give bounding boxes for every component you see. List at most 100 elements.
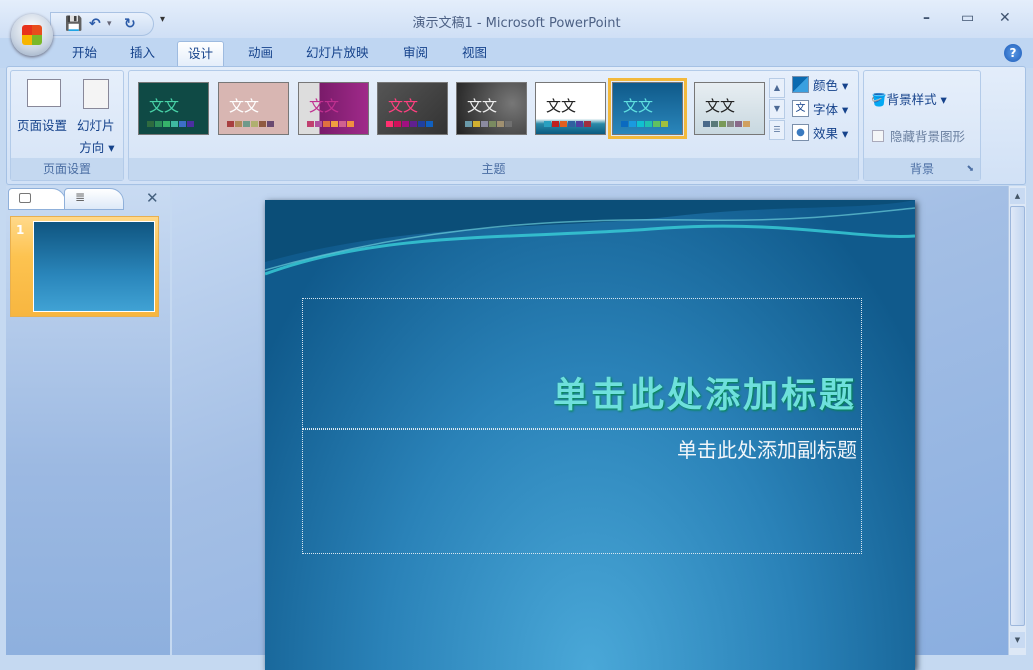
office-logo-icon (22, 25, 42, 45)
maximize-button[interactable]: ▭ (961, 10, 974, 26)
slide-orientation-button[interactable]: 幻灯片 方向 ▾ (77, 115, 115, 156)
theme-thumbnail[interactable]: 文文 (298, 82, 369, 135)
slide-canvas: 单击此处添加标题 单击此处添加副标题 (265, 200, 915, 670)
color-swatch (711, 121, 718, 127)
color-swatch (163, 121, 170, 127)
theme-fonts-button[interactable]: 文字体 ▾ (792, 99, 848, 118)
tab-review[interactable]: 审阅 (393, 41, 438, 67)
color-swatch (576, 121, 583, 127)
color-swatch (645, 121, 652, 127)
theme-sample-text: 文文 (229, 97, 260, 115)
theme-thumbnail[interactable]: 文文 (377, 82, 448, 135)
theme-thumbnail[interactable]: 文文 (694, 82, 765, 135)
close-panel-button[interactable]: ✕ (146, 189, 159, 207)
page-setup-icon (27, 79, 61, 107)
theme-sample-text: 文文 (388, 97, 419, 115)
theme-thumbnail[interactable]: 文文 (608, 78, 687, 139)
tab-insert[interactable]: 插入 (120, 41, 165, 67)
tab-animations[interactable]: 动画 (238, 41, 283, 67)
page-setup-button[interactable]: 页面设置 (17, 115, 67, 134)
slides-tab[interactable] (8, 188, 66, 210)
scroll-thumb[interactable] (1010, 206, 1025, 626)
color-swatch (267, 121, 274, 127)
theme-sample-text: 文文 (705, 97, 736, 115)
color-swatch (410, 121, 417, 127)
theme-color-swatches (147, 121, 194, 127)
gallery-scroll-down[interactable]: ▼ (769, 99, 785, 119)
color-swatch (426, 121, 433, 127)
color-swatch (418, 121, 425, 127)
undo-dropdown[interactable]: ▾ (107, 19, 112, 29)
theme-sample-text: 文文 (309, 97, 340, 115)
slide-title: 单击此处添加标题 (552, 376, 857, 416)
color-swatch (481, 121, 488, 127)
background-styles-button[interactable]: 🪣背景样式 ▾ (871, 89, 947, 108)
theme-thumbnail[interactable]: 文文 (218, 82, 289, 135)
color-swatch (179, 121, 186, 127)
colors-label: 颜色 ▾ (813, 78, 849, 93)
gallery-scroll-up[interactable]: ▲ (769, 78, 785, 98)
group-label: 主题 (129, 158, 858, 180)
tab-slideshow[interactable]: 幻灯片放映 (296, 41, 379, 67)
theme-thumbnail[interactable]: 文文 (138, 82, 209, 135)
checkbox[interactable] (872, 129, 884, 142)
theme-colors-button[interactable]: 颜色 ▾ (792, 75, 848, 94)
minimize-button[interactable]: – (923, 10, 930, 26)
hide-background-checkbox[interactable]: 隐藏背景图形 (872, 126, 965, 145)
vertical-scrollbar[interactable]: ▲ ▼ (1008, 186, 1026, 655)
color-swatch (187, 121, 194, 127)
tab-design[interactable]: 设计 (177, 41, 225, 67)
tab-home[interactable]: 开始 (62, 41, 107, 67)
gallery-more[interactable]: ☰ (769, 120, 785, 140)
color-swatch (560, 121, 567, 127)
subtitle-placeholder[interactable]: 单击此处添加副标题 (302, 429, 862, 554)
background-styles-label: 背景样式 ▾ (886, 92, 947, 107)
quick-access-toolbar: 💾 ↶ ▾ ↻ (50, 12, 154, 36)
color-swatch (402, 121, 409, 127)
theme-sample-text: 文文 (149, 97, 180, 115)
slide-number: 1 (16, 223, 25, 237)
theme-color-swatches (544, 121, 591, 127)
color-swatch (394, 121, 401, 127)
background-group: 🪣背景样式 ▾ 隐藏背景图形 背景 ⬊ (863, 70, 981, 181)
color-swatch (505, 121, 512, 127)
undo-icon[interactable]: ↶ (89, 16, 101, 32)
color-swatch (259, 121, 266, 127)
theme-effects-button[interactable]: ● 效果 ▾ (792, 123, 848, 142)
scroll-up-button[interactable]: ▲ (1010, 188, 1025, 204)
slide-icon (19, 193, 31, 203)
color-swatch (307, 121, 314, 127)
color-swatch (703, 121, 710, 127)
color-swatch (227, 121, 234, 127)
tab-view[interactable]: 视图 (452, 41, 497, 67)
scroll-down-button[interactable]: ▼ (1010, 632, 1025, 648)
theme-color-swatches (386, 121, 433, 127)
theme-color-swatches (703, 121, 750, 127)
group-label: 背景 ⬊ (864, 158, 980, 180)
office-button[interactable] (11, 14, 53, 56)
color-swatch (347, 121, 354, 127)
color-swatch (719, 121, 726, 127)
color-swatch (465, 121, 472, 127)
color-swatch (171, 121, 178, 127)
theme-color-swatches (307, 121, 354, 127)
colors-icon (792, 76, 809, 93)
save-icon[interactable]: 💾 (65, 16, 82, 32)
theme-thumbnail[interactable]: 文文 (535, 82, 606, 135)
title-placeholder[interactable]: 单击此处添加标题 (302, 298, 862, 429)
color-swatch (568, 121, 575, 127)
color-swatch (552, 121, 559, 127)
theme-color-swatches (621, 121, 668, 127)
customize-qat-button[interactable]: ▾ (160, 14, 165, 25)
theme-sample-text: 文文 (546, 97, 577, 115)
redo-icon[interactable]: ↻ (124, 16, 136, 32)
color-swatch (735, 121, 742, 127)
theme-thumbnail[interactable]: 文文 (456, 82, 527, 135)
close-button[interactable]: ✕ (999, 10, 1011, 26)
color-swatch (653, 121, 660, 127)
color-swatch (155, 121, 162, 127)
dialog-launcher-icon[interactable]: ⬊ (966, 158, 974, 180)
slide-thumbnail-1[interactable]: 1 (10, 216, 159, 317)
help-icon[interactable]: ? (1004, 44, 1022, 62)
outline-tab[interactable]: ≣ (64, 188, 124, 210)
